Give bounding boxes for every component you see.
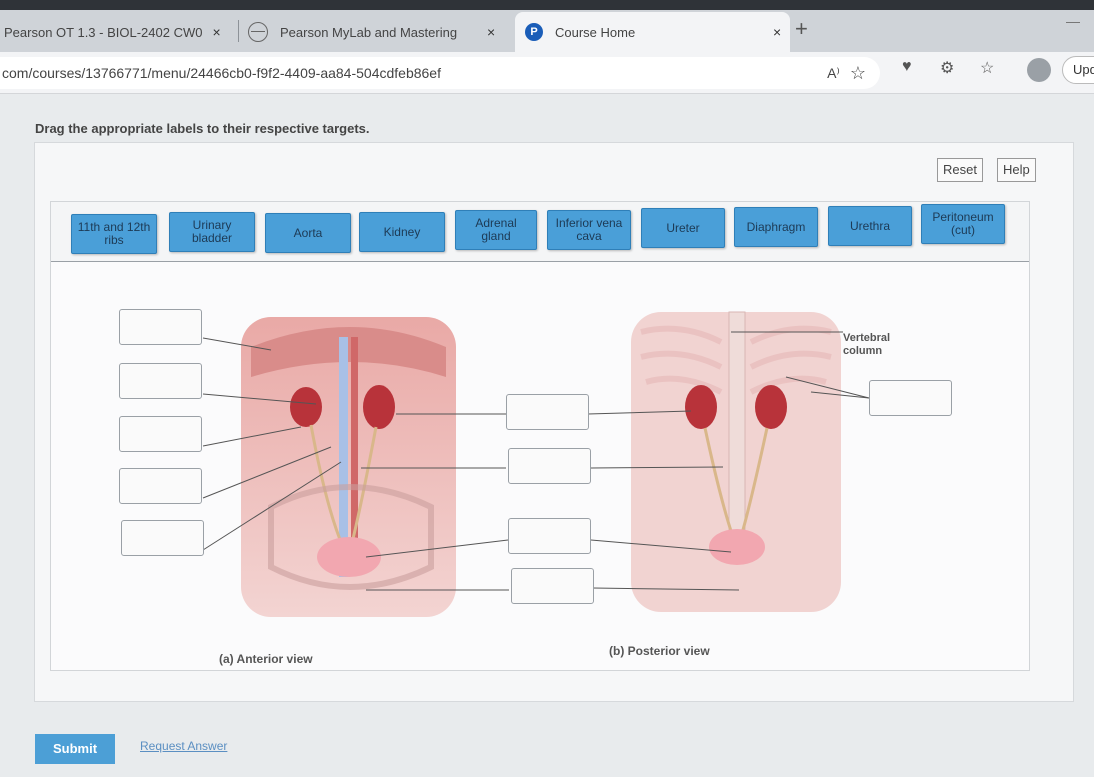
page-content: Drag the appropriate labels to their res… bbox=[0, 94, 1094, 777]
reset-button[interactable]: Reset bbox=[937, 158, 983, 182]
close-icon[interactable]: × bbox=[487, 24, 495, 40]
tab-label: Course Home bbox=[555, 24, 636, 40]
close-icon[interactable]: × bbox=[773, 24, 781, 40]
new-tab-icon[interactable]: + bbox=[795, 16, 808, 42]
extension-icon[interactable]: ♥ bbox=[902, 58, 912, 76]
drop-target-8[interactable] bbox=[508, 518, 591, 554]
posterior-view-caption: (b) Posterior view bbox=[609, 644, 710, 658]
puzzle-icon[interactable]: ⚙ bbox=[940, 58, 954, 78]
globe-icon bbox=[248, 22, 268, 42]
drop-target-3[interactable] bbox=[119, 416, 202, 452]
tab-label: Pearson MyLab and Mastering bbox=[280, 24, 458, 40]
address-bar: com/courses/13766771/menu/24466cb0-f9f2-… bbox=[0, 52, 1094, 94]
activity-panel: Reset Help 11th and 12th ribs Urinary bl… bbox=[34, 142, 1074, 702]
tab-label: Pearson OT 1.3 - BIOL-2402 CW0 bbox=[4, 24, 203, 40]
profile-avatar[interactable] bbox=[1027, 58, 1051, 82]
drop-target-6[interactable] bbox=[506, 394, 589, 430]
browser-tab-biol[interactable]: Pearson OT 1.3 - BIOL-2402 CW0 × bbox=[0, 12, 238, 52]
favorite-star-icon[interactable]: ☆ bbox=[850, 63, 866, 84]
anterior-view-caption: (a) Anterior view bbox=[219, 652, 313, 666]
close-icon[interactable]: × bbox=[212, 24, 220, 40]
vertebral-column-label: Vertebral column bbox=[843, 332, 891, 358]
request-answer-link[interactable]: Request Answer bbox=[140, 739, 227, 753]
tab-separator bbox=[238, 20, 239, 42]
drop-target-2[interactable] bbox=[119, 363, 202, 399]
drop-target-4[interactable] bbox=[119, 468, 202, 504]
drop-target-10[interactable] bbox=[869, 380, 952, 416]
help-button[interactable]: Help bbox=[997, 158, 1036, 182]
read-aloud-icon[interactable]: A⁾ bbox=[827, 65, 840, 82]
drop-target-7[interactable] bbox=[508, 448, 591, 484]
browser-tab-mylab[interactable]: Pearson MyLab and Mastering × bbox=[240, 12, 515, 52]
drag-drop-area: 11th and 12th ribs Urinary bladder Aorta… bbox=[50, 201, 1030, 671]
url-text: com/courses/13766771/menu/24466cb0-f9f2-… bbox=[2, 65, 441, 81]
drop-target-9[interactable] bbox=[511, 568, 594, 604]
submit-button[interactable]: Submit bbox=[35, 734, 115, 764]
window-top-strip bbox=[0, 0, 1094, 10]
url-field[interactable]: com/courses/13766771/menu/24466cb0-f9f2-… bbox=[0, 57, 880, 89]
favorites-icon[interactable]: ☆ bbox=[980, 58, 994, 78]
drop-target-5[interactable] bbox=[121, 520, 204, 556]
browser-tab-course-home[interactable]: P Course Home × bbox=[515, 12, 790, 52]
drop-target-1[interactable] bbox=[119, 309, 202, 345]
pearson-logo-icon: P bbox=[525, 23, 543, 41]
minimize-icon[interactable] bbox=[1066, 22, 1080, 23]
instruction-text: Drag the appropriate labels to their res… bbox=[35, 121, 370, 136]
update-button[interactable]: Upd bbox=[1062, 56, 1094, 84]
browser-tab-bar: Pearson OT 1.3 - BIOL-2402 CW0 × Pearson… bbox=[0, 0, 1094, 56]
